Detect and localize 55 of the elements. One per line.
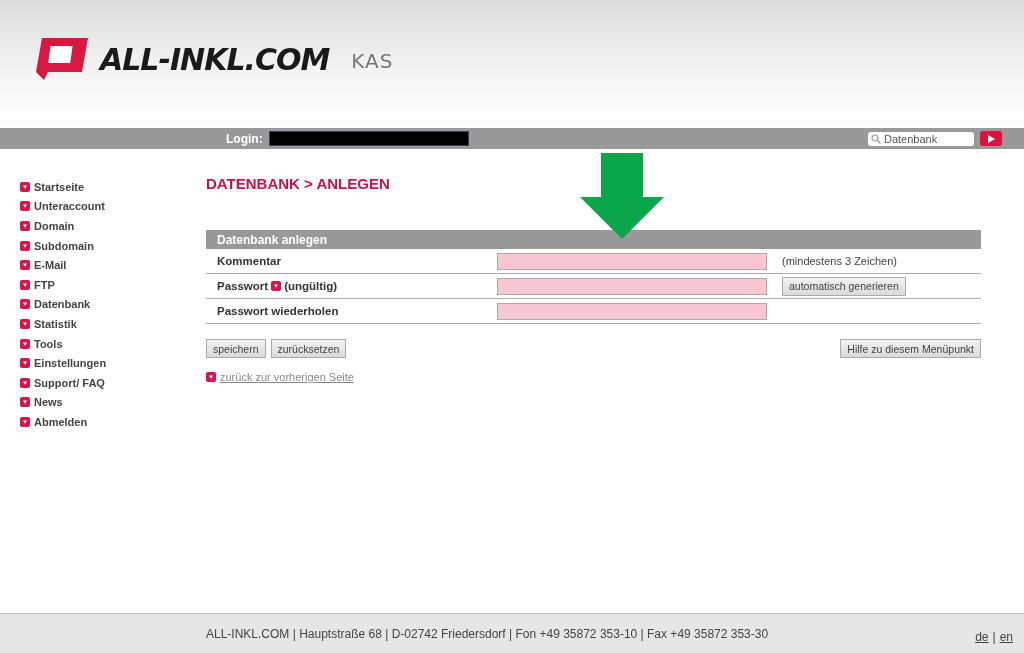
sidebar-item[interactable]: FTP bbox=[20, 274, 206, 295]
field-hint: (mindestens 3 Zeichen) bbox=[782, 255, 897, 267]
input-field[interactable] bbox=[497, 277, 767, 295]
sidebar-item[interactable]: Unteraccount bbox=[20, 196, 206, 217]
help-button[interactable]: Hilfe zu diesem Menüpunkt bbox=[840, 339, 981, 358]
bullet-icon bbox=[20, 397, 30, 408]
sidebar-item[interactable]: Support/ FAQ bbox=[20, 372, 206, 393]
bullet-icon bbox=[20, 201, 30, 212]
sidebar-item[interactable]: Datenbank bbox=[20, 294, 206, 315]
sidebar-item[interactable]: E-Mail bbox=[20, 255, 206, 275]
bullet-icon bbox=[20, 299, 30, 310]
field-label: Passwort wiederholen bbox=[217, 305, 339, 317]
field-label: Kommentar bbox=[217, 255, 281, 267]
input-field[interactable] bbox=[497, 252, 767, 270]
search-submit-button[interactable] bbox=[980, 131, 1002, 146]
search-field[interactable]: Datenbank bbox=[868, 131, 974, 146]
bullet-icon bbox=[20, 260, 30, 271]
bullet-icon bbox=[20, 181, 30, 192]
warning-icon bbox=[271, 281, 282, 291]
sidebar-item[interactable]: Tools bbox=[20, 333, 206, 354]
sidebar-item[interactable]: Subdomain bbox=[20, 235, 206, 256]
bullet-icon bbox=[20, 221, 30, 231]
generate-button[interactable]: automatisch generieren bbox=[782, 276, 906, 296]
down-arrow-icon bbox=[580, 153, 664, 239]
sidebar-item[interactable]: Abmelden bbox=[20, 412, 206, 432]
bullet-icon bbox=[20, 338, 30, 349]
field-status: (ungültig) bbox=[284, 280, 338, 292]
bullet-icon bbox=[20, 377, 30, 388]
sidebar-item[interactable]: Einstellungen bbox=[20, 353, 206, 373]
bullet-icon bbox=[20, 279, 30, 290]
product-name: KAS bbox=[351, 49, 394, 73]
field-label: Passwort bbox=[217, 280, 269, 292]
sidebar-item[interactable]: Startseite bbox=[20, 177, 206, 197]
input-field[interactable] bbox=[497, 302, 767, 320]
separator-text: | bbox=[992, 629, 996, 644]
brand-logo-text: ALL-INKL.COM bbox=[100, 41, 330, 77]
bullet-icon bbox=[20, 358, 30, 369]
sidebar-item[interactable]: Statistik bbox=[20, 314, 206, 334]
form-button[interactable]: zurücksetzen bbox=[270, 339, 347, 358]
footer-address: ALL-INKL.COM | Hauptstraße 68 | D-02742 Friedersdorf | Fon +49 35872 353-10 | Fax +49 35872 353-30 bbox=[206, 626, 769, 641]
language-link[interactable]: de bbox=[975, 629, 989, 644]
search-icon bbox=[871, 133, 881, 144]
play-icon bbox=[987, 134, 995, 143]
language-link[interactable]: en bbox=[999, 629, 1013, 644]
sidebar-item[interactable]: Domain bbox=[20, 216, 206, 236]
bullet-icon bbox=[20, 416, 30, 427]
back-link[interactable]: zurück zur vorherigen Seite bbox=[220, 371, 354, 383]
form-header: Datenbank anlegen bbox=[206, 230, 981, 249]
bullet-icon bbox=[206, 372, 216, 382]
login-label: Login: bbox=[226, 131, 263, 146]
form-button[interactable]: speichern bbox=[206, 339, 266, 358]
bullet-icon bbox=[20, 318, 30, 329]
sidebar-item[interactable]: News bbox=[20, 392, 206, 413]
page-title: DATENBANK > ANLEGEN bbox=[206, 175, 391, 192]
bullet-icon bbox=[20, 240, 30, 251]
